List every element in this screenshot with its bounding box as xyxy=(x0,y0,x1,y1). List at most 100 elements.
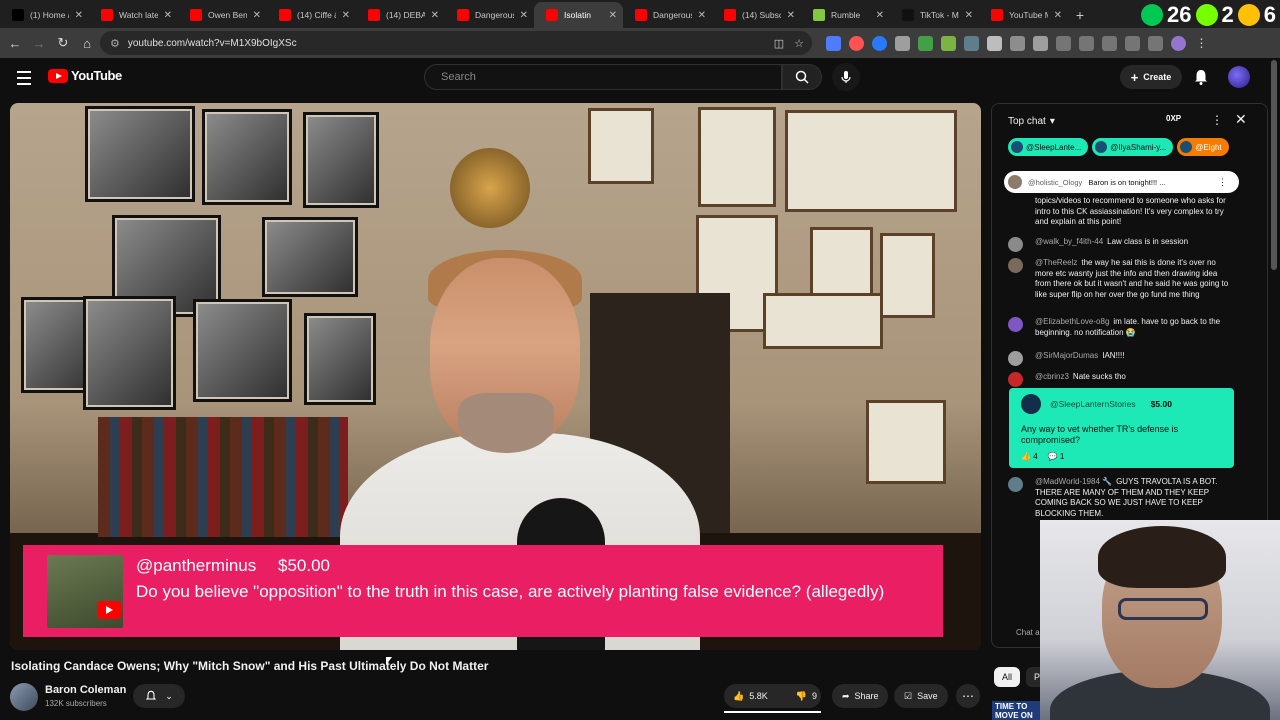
voice-search-button[interactable] xyxy=(832,63,860,91)
chat-avatar[interactable] xyxy=(1008,237,1023,252)
extension-icon[interactable] xyxy=(849,35,864,51)
browser-tab[interactable]: YouTube M ✕ xyxy=(979,2,1068,28)
close-tab-icon[interactable]: ✕ xyxy=(342,10,350,21)
extension-icon[interactable] xyxy=(964,35,979,51)
puzzle-icon[interactable] xyxy=(1033,35,1048,51)
home-icon[interactable]: ⌂ xyxy=(75,31,99,55)
chat-author[interactable]: @SirMajorDumas xyxy=(1035,351,1098,360)
close-tab-icon[interactable]: ✕ xyxy=(431,10,439,21)
download-icon[interactable] xyxy=(1125,35,1140,51)
extension-badge-icon[interactable] xyxy=(1141,4,1164,26)
notifications-bell-icon[interactable] xyxy=(1192,68,1210,86)
code-icon[interactable] xyxy=(1079,35,1094,51)
browser-menu-icon[interactable]: ⋮ xyxy=(1194,36,1209,51)
extension-icon[interactable] xyxy=(826,35,841,51)
chat-author[interactable]: @TheReelz xyxy=(1035,258,1077,267)
close-tab-icon[interactable]: ✕ xyxy=(75,10,83,21)
search-button[interactable] xyxy=(782,64,822,90)
chat-author[interactable]: @walk_by_f4ith-44 xyxy=(1035,237,1103,246)
close-tab-icon[interactable]: ✕ xyxy=(787,10,795,21)
chat-author[interactable]: @ElizabethLove-o8g xyxy=(1035,317,1109,326)
chevron-down-icon[interactable]: ▾ xyxy=(1050,116,1055,127)
browser-tab[interactable]: Watch late ✕ xyxy=(89,2,178,28)
filter-chip-all[interactable]: All xyxy=(994,667,1021,687)
browser-tab[interactable]: Rumble ✕ xyxy=(801,2,890,28)
channel-avatar[interactable] xyxy=(10,683,38,711)
extension-icon[interactable] xyxy=(987,35,1002,51)
youtube-logo[interactable]: YouTube xyxy=(48,68,122,83)
chat-message[interactable]: topics/videos to recommend to someone wh… xyxy=(1008,196,1234,228)
dislike-button[interactable]: 👎 9 xyxy=(787,684,826,708)
chat-message[interactable]: @cbrinz3 Nate sucks tho xyxy=(1008,372,1234,387)
create-button[interactable]: + Create xyxy=(1120,65,1182,89)
browser-tab[interactable]: Isolatin ✕ xyxy=(534,2,623,28)
play-badge-icon[interactable] xyxy=(1195,4,1218,26)
media-icon[interactable] xyxy=(1148,35,1163,51)
chat-message[interactable]: @TheReelz the way he sai this is done it'… xyxy=(1008,258,1234,300)
sidepanel-icon[interactable] xyxy=(1102,35,1117,51)
close-tab-icon[interactable]: ✕ xyxy=(253,10,261,21)
chat-avatar[interactable] xyxy=(1008,258,1023,273)
browser-tab[interactable]: TikTok - M ✕ xyxy=(890,2,979,28)
superchat-ticker[interactable]: @Eight xyxy=(1177,138,1229,156)
more-actions-button[interactable]: ⋯ xyxy=(956,684,980,708)
browser-tab[interactable]: Dangerous ✕ xyxy=(445,2,534,28)
chat-menu-icon[interactable]: ⋮ xyxy=(1211,113,1223,127)
account-avatar[interactable] xyxy=(1228,66,1250,88)
chat-message[interactable]: @MadWorld-1984 🔧 GUYS TRAVOLTA IS A BOT. … xyxy=(1008,477,1234,519)
forward-icon[interactable]: → xyxy=(27,31,51,55)
page-scrollbar[interactable] xyxy=(1271,60,1277,270)
browser-tab[interactable]: (14) DEBAT ✕ xyxy=(356,2,445,28)
browser-tab[interactable]: Dangerous ✕ xyxy=(623,2,712,28)
bookmark-star-icon[interactable]: ☆ xyxy=(794,37,804,50)
pinned-menu-icon[interactable]: ⋮ xyxy=(1218,177,1227,188)
profile-avatar[interactable] xyxy=(1171,35,1186,51)
chat-mode-selector[interactable]: Top chat xyxy=(1008,116,1046,127)
chat-avatar[interactable] xyxy=(1008,477,1023,492)
hamburger-menu-icon[interactable] xyxy=(14,68,34,88)
pinned-message[interactable]: @holistic_Ology Baron is on tonight!!! .… xyxy=(1004,171,1239,193)
subscribed-notifications-button[interactable]: ⌄ xyxy=(133,684,185,708)
close-tab-icon[interactable]: ✕ xyxy=(965,10,973,21)
browser-tab[interactable]: (14) Ciffe & ✕ xyxy=(267,2,356,28)
save-button[interactable]: ☑ Save xyxy=(894,684,948,708)
extension-icon[interactable] xyxy=(895,35,910,51)
superchat-card-author[interactable]: @SleepLanternStories xyxy=(1050,399,1136,409)
xp-badge[interactable]: 0XP xyxy=(1166,114,1181,123)
history-icon[interactable] xyxy=(1056,35,1071,51)
extension-icon[interactable] xyxy=(941,35,956,51)
chat-author[interactable]: @MadWorld-1984 🔧 xyxy=(1035,477,1112,486)
channel-name[interactable]: Baron Coleman xyxy=(45,684,126,696)
back-icon[interactable]: ← xyxy=(3,31,27,55)
chat-message[interactable]: @walk_by_f4ith-44 Law class is in session xyxy=(1008,237,1234,252)
superchat-ticker[interactable]: @SleepLante... xyxy=(1008,138,1089,156)
search-input[interactable]: Search xyxy=(424,64,782,90)
reload-icon[interactable]: ↻ xyxy=(51,31,75,55)
chat-avatar[interactable] xyxy=(1008,317,1023,332)
close-tab-icon[interactable]: ✕ xyxy=(520,10,528,21)
sidebar-ad-card[interactable]: TIME TO MOVE ON xyxy=(992,701,1040,720)
close-tab-icon[interactable]: ✕ xyxy=(1054,10,1062,21)
extension-icon[interactable] xyxy=(1010,35,1025,51)
reaction-like[interactable]: 👍 4 xyxy=(1021,452,1038,461)
chat-message[interactable]: @SirMajorDumas IAN!!!! xyxy=(1008,351,1234,366)
close-tab-icon[interactable]: ✕ xyxy=(164,10,172,21)
url-bar[interactable]: ⚙ youtube.com/watch?v=M1X9bOIgXSc ◫ ☆ xyxy=(100,31,812,55)
like-button[interactable]: 👍 5.8K xyxy=(724,684,777,708)
close-chat-icon[interactable]: ✕ xyxy=(1235,111,1247,128)
smiley-badge-icon[interactable] xyxy=(1237,4,1260,26)
chat-avatar[interactable] xyxy=(1008,372,1023,387)
install-icon[interactable]: ◫ xyxy=(774,37,784,50)
close-tab-icon[interactable]: ✕ xyxy=(876,10,884,21)
superchat-ticker[interactable]: @IlyaShami-y... xyxy=(1092,138,1174,156)
site-info-icon[interactable]: ⚙ xyxy=(110,37,120,50)
chat-input[interactable]: Chat a xyxy=(1016,628,1040,637)
chat-message[interactable]: @ElizabethLove-o8g im late. have to go ba… xyxy=(1008,317,1234,338)
browser-tab[interactable]: (1) Home / ✕ xyxy=(0,2,89,28)
new-tab-button[interactable]: + xyxy=(1068,2,1092,28)
browser-tab[interactable]: (14) Subsc ✕ xyxy=(712,2,801,28)
browser-tab[interactable]: Owen Benj ✕ xyxy=(178,2,267,28)
reaction-replies[interactable]: 💬 1 xyxy=(1048,452,1065,461)
extension-icon[interactable] xyxy=(918,35,933,51)
close-tab-icon[interactable]: ✕ xyxy=(698,10,706,21)
